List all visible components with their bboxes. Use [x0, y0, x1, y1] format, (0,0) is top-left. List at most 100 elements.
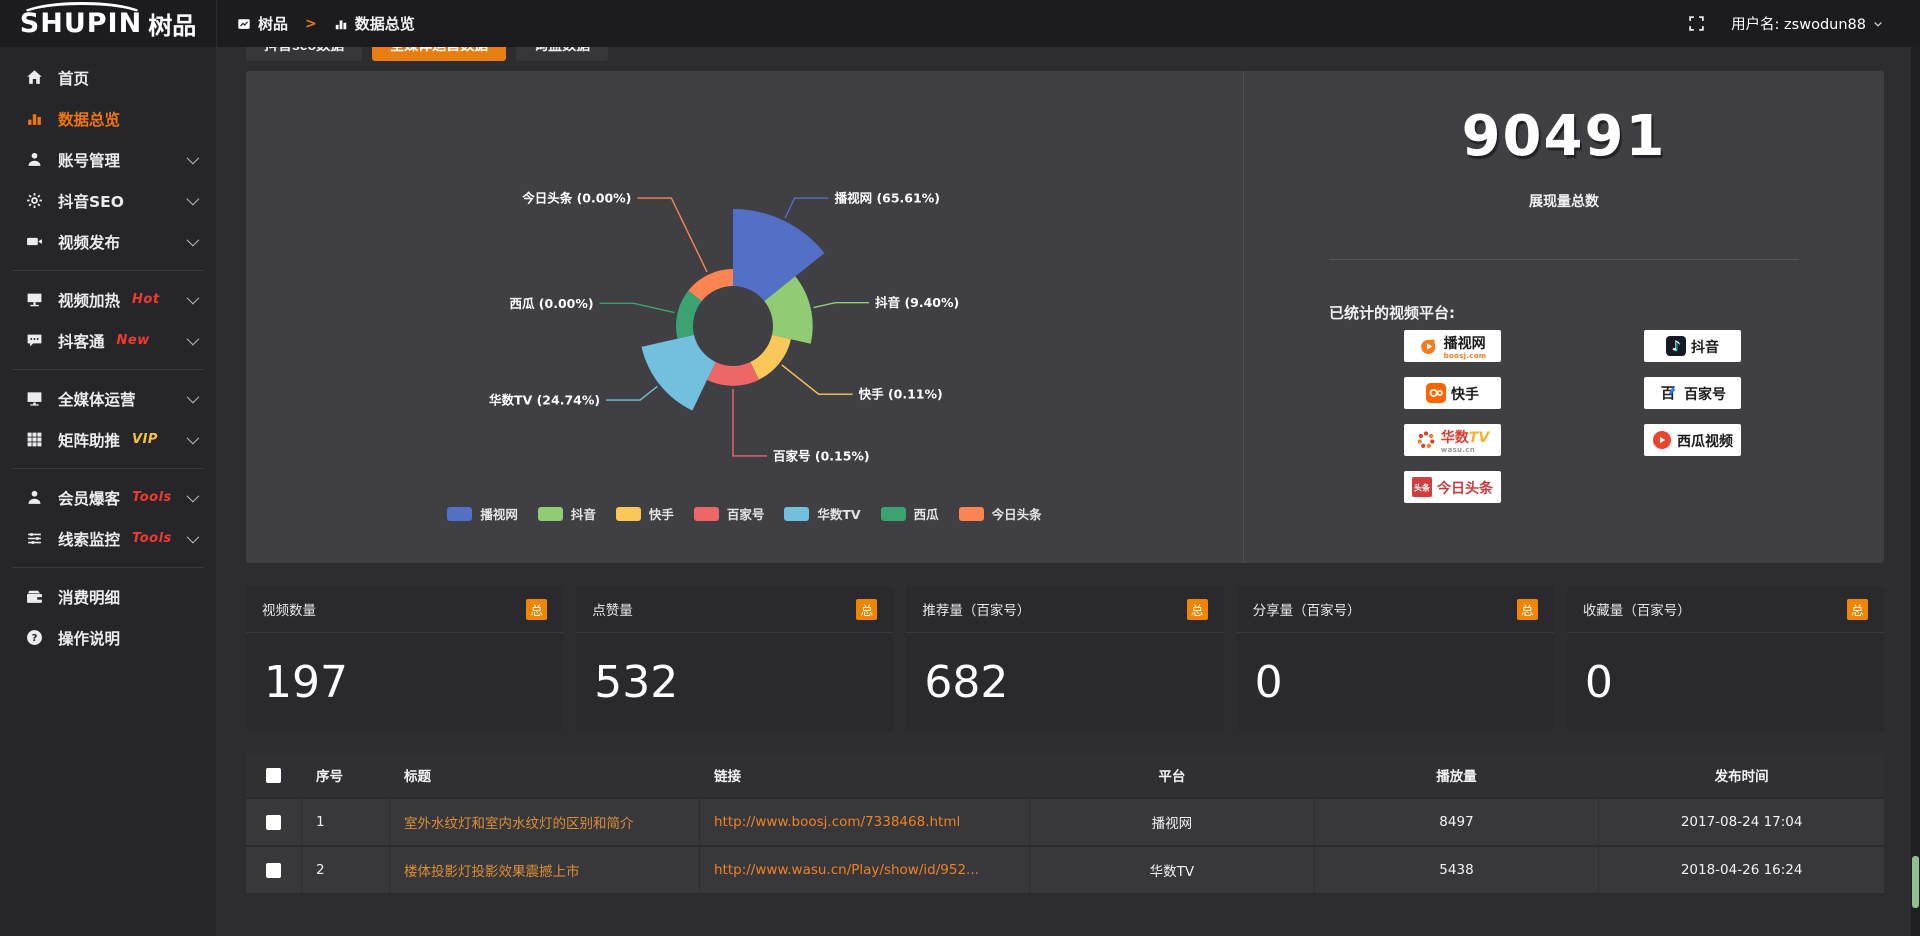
sidebar-item-video[interactable]: 视频发布 — [0, 221, 216, 262]
sidebar-item-label: 首页 — [58, 67, 89, 89]
sidebar-item-gear[interactable]: 抖音SEO — [0, 180, 216, 221]
logo-text-cn: 树品 — [148, 6, 196, 41]
row-select-cell — [246, 847, 302, 895]
pie-label-line — [600, 303, 675, 312]
top-bar: SHUPIN 树品 树品>数据总览 用户名: zswodun88 — [0, 0, 1920, 47]
video-url-link[interactable]: http://www.boosj.com/7338468.html — [714, 814, 960, 830]
bars-icon — [334, 17, 348, 31]
sidebar-item-label: 全媒体运营 — [58, 388, 136, 410]
baijiahao-logo-icon: 百 — [1659, 383, 1679, 403]
chat-icon — [26, 332, 43, 349]
sidebar-item-label: 消费明细 — [58, 586, 120, 608]
pie-slice-2[interactable] — [750, 335, 791, 380]
row-time-cell: 2018-04-26 16:24 — [1599, 847, 1884, 895]
sidebar-item-monitor[interactable]: 全媒体运营 — [0, 378, 216, 419]
stat-card-header: 点赞量总 — [576, 586, 893, 633]
sidebar-item-help[interactable]: ? 操作说明 — [0, 617, 216, 658]
sidebar-item-label: 会员爆客 — [58, 487, 120, 509]
chevron-down-icon — [187, 292, 200, 305]
sidebar-item-badge: VIP — [132, 432, 158, 447]
breadcrumb-separator: > — [305, 16, 317, 32]
total-badge: 总 — [856, 599, 877, 620]
fullscreen-icon[interactable] — [1688, 15, 1705, 32]
sidebar-item-grid[interactable]: 矩阵助推VIP — [0, 419, 216, 460]
platform-badge-boosj: 播视网boosj.com — [1404, 330, 1501, 362]
row-checkbox[interactable] — [266, 863, 281, 878]
sidebar-item-badge: New — [117, 333, 150, 348]
sidebar-item-label: 操作说明 — [58, 627, 120, 649]
sidebar-item-label: 抖客通 — [58, 330, 105, 352]
user-menu[interactable]: 用户名: zswodun88 — [1731, 13, 1884, 34]
chart-icon — [26, 110, 43, 127]
pie-slice-4[interactable] — [642, 335, 716, 411]
scrollbar-thumb[interactable] — [1912, 856, 1919, 908]
legend-label: 百家号 — [727, 504, 765, 523]
row-link-cell: http://www.boosj.com/7338468.html — [700, 799, 1030, 847]
topbar-content: 树品 > 数据总览 用户名: zswodun88 — [216, 0, 1920, 47]
video-title-link[interactable]: 楼体投影灯投影效果震撼上市 — [404, 864, 580, 880]
stat-card-title: 分享量（百家号） — [1253, 599, 1361, 619]
help-icon: ? — [26, 629, 43, 646]
select-all-checkbox[interactable] — [266, 768, 281, 783]
column-header: 发布时间 — [1599, 753, 1884, 799]
chevron-down-icon — [187, 333, 200, 346]
summary-area: 90491 展现量总数 已统计的视频平台: 播视网boosj.com快手华数TV… — [1243, 71, 1884, 563]
total-badge: 总 — [1847, 599, 1868, 620]
sidebar-item-sliders[interactable]: 线索监控Tools — [0, 518, 216, 559]
stat-card: 视频数量总197 — [246, 586, 563, 731]
sidebar-item-badge: Tools — [132, 490, 172, 505]
legend-swatch — [694, 507, 719, 521]
stat-card-value: 0 — [1237, 633, 1554, 708]
sidebar-item-label: 数据总览 — [58, 108, 120, 130]
pie-label: 抖音 (9.40%) — [875, 295, 959, 310]
column-header: 序号 — [302, 753, 390, 799]
pie-label-line — [814, 303, 870, 308]
pie-label: 百家号 (0.15%) — [773, 448, 870, 463]
sidebar-item-chat[interactable]: 抖客通 New — [0, 320, 216, 361]
video-url-link[interactable]: http://www.wasu.cn/Play/show/id/952... — [714, 862, 979, 878]
legend-item[interactable]: 西瓜 — [881, 504, 939, 523]
pie-label-line — [785, 198, 829, 218]
legend-item[interactable]: 播视网 — [447, 504, 518, 523]
legend-swatch — [447, 507, 472, 521]
sidebar-item-user[interactable]: 账号管理 — [0, 139, 216, 180]
stat-card-header: 推荐量（百家号）总 — [906, 586, 1223, 633]
row-num-cell: 1 — [302, 799, 390, 847]
column-header: 标题 — [390, 753, 700, 799]
sidebar-item-member[interactable]: 会员爆客 Tools — [0, 477, 216, 518]
legend-item[interactable]: 抖音 — [538, 504, 596, 523]
pie-label: 西瓜 (0.00%) — [509, 296, 593, 311]
breadcrumb-item[interactable]: 数据总览 — [355, 13, 415, 34]
platform-share-chart: 播视网 (65.61%)抖音 (9.40%)快手 (0.11%)百家号 (0.1… — [246, 71, 1243, 563]
user-icon — [26, 151, 43, 168]
platform-badge-text: 百家号 — [1684, 384, 1726, 403]
pie-slice-0[interactable] — [733, 209, 825, 301]
main-content: 抖音seo数据全媒体运营数据询盘数据 播视网 (65.61%)抖音 (9.40%… — [216, 0, 1920, 936]
sidebar-item-wallet[interactable]: 消费明细 — [0, 576, 216, 617]
sidebar-item-home[interactable]: 首页 — [0, 57, 216, 98]
sidebar-item-label: 视频发布 — [58, 231, 120, 253]
legend-item[interactable]: 今日头条 — [959, 504, 1042, 523]
video-title-link[interactable]: 室外水纹灯和室内水纹灯的区别和简介 — [404, 816, 634, 832]
breadcrumb-item[interactable]: 树品 — [258, 13, 288, 34]
row-checkbox[interactable] — [266, 815, 281, 830]
sidebar-item-monitor-play[interactable]: 视频加热Hot — [0, 279, 216, 320]
legend-item[interactable]: 快手 — [616, 504, 674, 523]
legend-label: 快手 — [649, 504, 674, 523]
chevron-down-icon — [1872, 18, 1884, 30]
topbar-right: 用户名: zswodun88 — [1688, 13, 1884, 34]
stat-card-header: 分享量（百家号）总 — [1237, 586, 1554, 633]
legend-item[interactable]: 华数TV — [784, 504, 860, 523]
sidebar-item-badge: Tools — [132, 531, 172, 546]
pie-slice-3[interactable] — [707, 362, 759, 386]
sidebar-item-chart[interactable]: 数据总览 — [0, 98, 216, 139]
platform-name: 今日头条 — [1437, 481, 1493, 497]
legend-item[interactable]: 百家号 — [694, 504, 765, 523]
pie-label: 今日头条 (0.00%) — [521, 191, 631, 206]
row-plays-cell: 5438 — [1315, 847, 1600, 895]
column-header: 平台 — [1030, 753, 1315, 799]
page-scrollbar[interactable] — [1911, 0, 1920, 936]
video-icon — [26, 233, 43, 250]
doc-chart-icon — [237, 17, 251, 31]
sidebar-nav: 首页数据总览账号管理抖音SEO 视频发布视频加热Hot 抖客通 New 全媒体运营矩阵助… — [0, 47, 216, 936]
